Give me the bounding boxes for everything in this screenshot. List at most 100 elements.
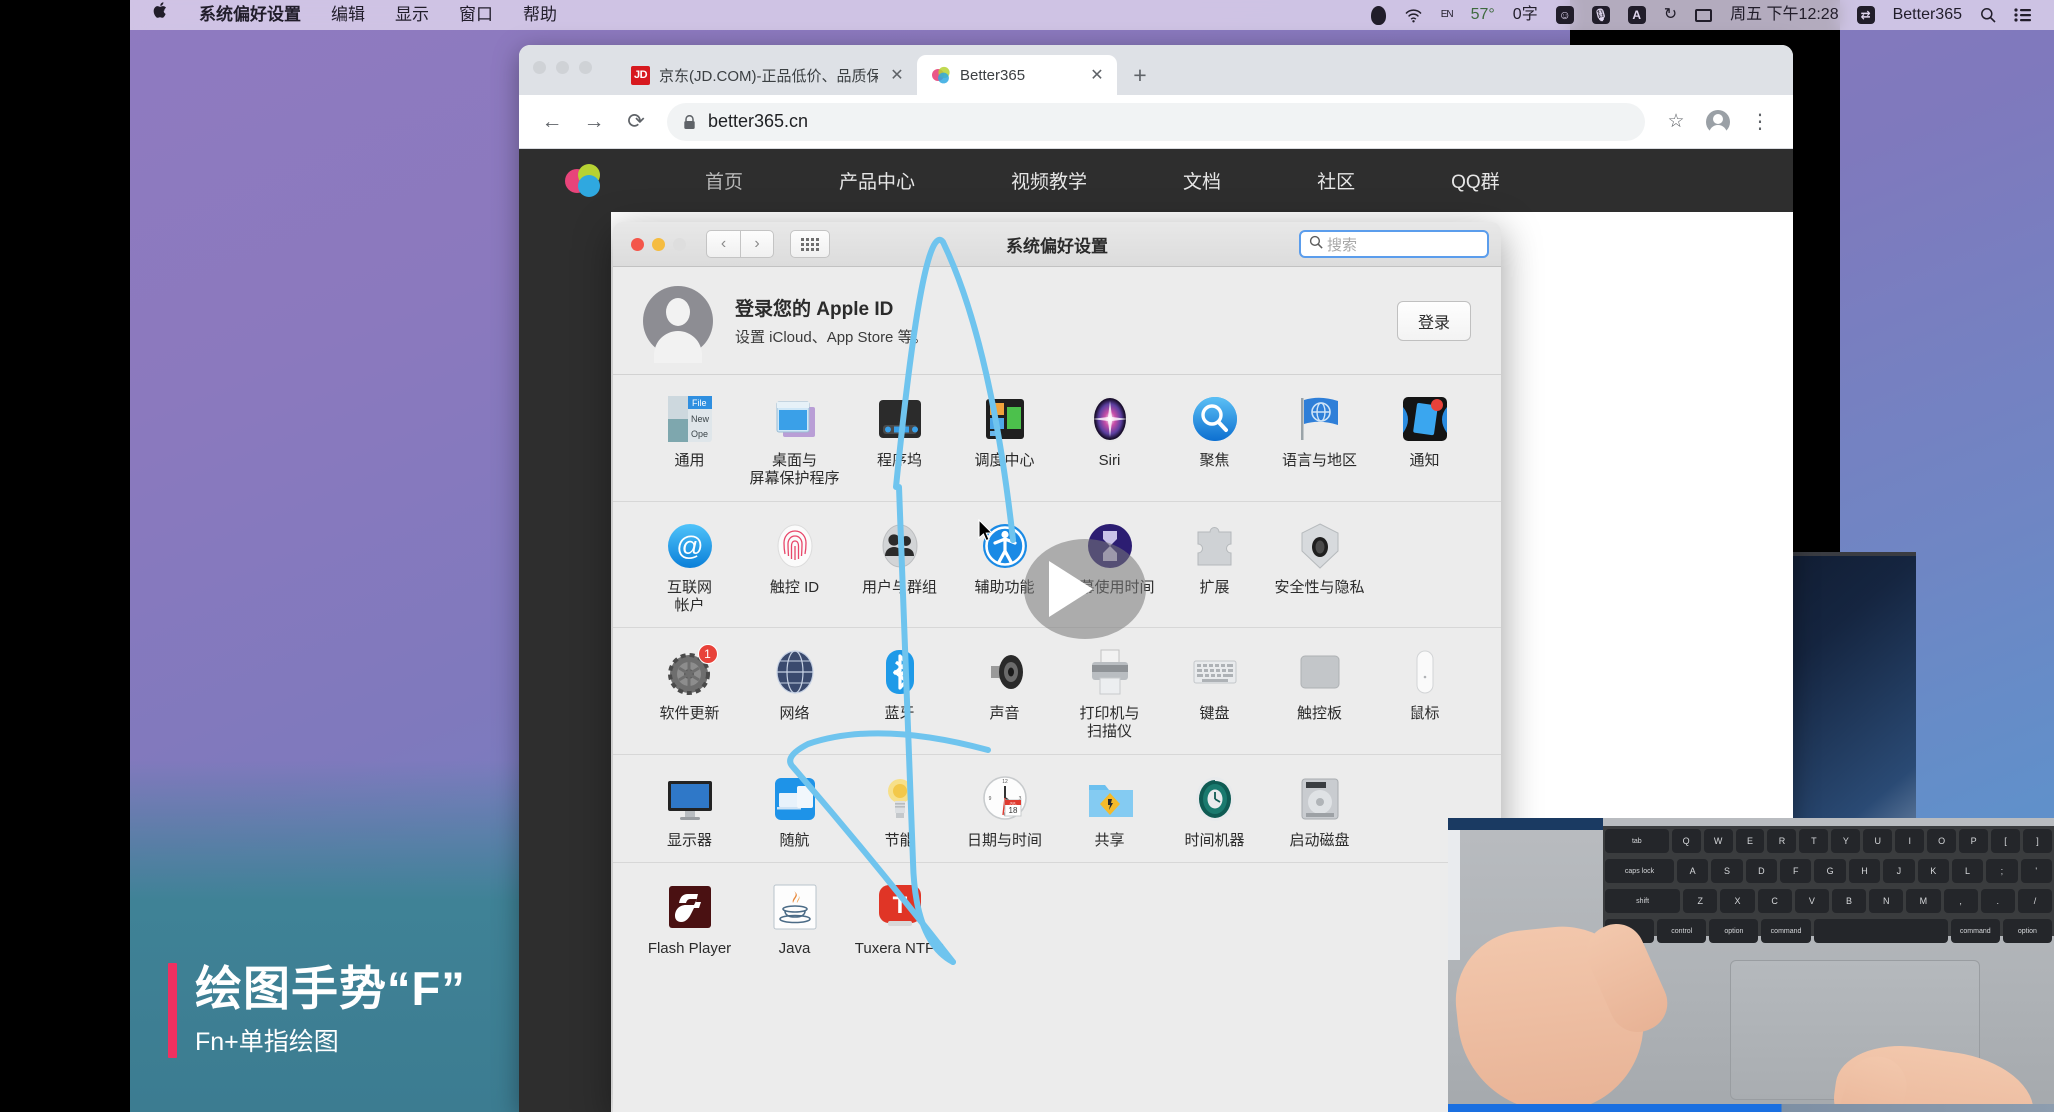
new-tab-button[interactable]: + — [1123, 58, 1157, 92]
nav-item-qq-group[interactable]: QQ群 — [1425, 167, 1526, 194]
wifi-icon[interactable] — [1395, 7, 1432, 23]
pref-accessibility[interactable]: 辅助功能 — [952, 520, 1057, 620]
pref-startup-disk[interactable]: 启动磁盘 — [1267, 773, 1372, 854]
refresh-icon[interactable]: ↻ — [1655, 0, 1686, 30]
sysprefs-traffic-lights[interactable] — [631, 237, 686, 251]
pref-software-update[interactable]: 1 软件更新 — [637, 644, 742, 746]
nav-item-docs[interactable]: 文档 — [1157, 167, 1247, 194]
browser-tab-better365[interactable]: Better365 ✕ — [917, 55, 1117, 95]
address-bar[interactable]: better365.cn — [667, 102, 1645, 141]
temperature-indicator[interactable]: 57° — [1462, 0, 1504, 30]
pref-tuxera-ntfs[interactable]: T Tuxera NTFS — [847, 881, 952, 962]
spotlight-icon — [1189, 393, 1241, 445]
key-semicolon: ; — [1986, 859, 2018, 883]
pref-energy-saver[interactable]: 节能 — [847, 773, 952, 854]
menubar-item-view[interactable]: 显示 — [380, 0, 444, 30]
svg-text:18: 18 — [1008, 806, 1017, 815]
pref-extensions[interactable]: 扩展 — [1162, 520, 1267, 620]
minimize-window-button[interactable] — [652, 237, 665, 251]
pref-time-machine[interactable]: 时间机器 — [1162, 773, 1267, 854]
pref-sharing[interactable]: 共享 — [1057, 773, 1162, 854]
search-icon[interactable] — [1971, 7, 2005, 23]
prefs-section-row-4: 显示器 随航 节能 12369JUL18 — [613, 754, 1501, 864]
pref-keyboard[interactable]: 键盘 — [1162, 646, 1267, 746]
key-e: E — [1735, 829, 1765, 853]
pref-screen-time[interactable]: 屏幕使用时间 — [1057, 520, 1162, 620]
nav-item-products[interactable]: 产品中心 — [813, 167, 941, 194]
browser-menu-icon[interactable]: ⋮ — [1741, 103, 1779, 141]
close-window-button[interactable] — [533, 61, 546, 74]
control-center-icon[interactable] — [2005, 8, 2040, 22]
pref-spotlight[interactable]: 聚焦 — [1162, 393, 1267, 493]
time-machine-icon — [1189, 773, 1241, 825]
nav-item-home[interactable]: 首页 — [679, 167, 769, 194]
apple-id-banner[interactable]: 登录您的 Apple ID 设置 iCloud、App Store 等。 登录 — [613, 267, 1501, 375]
pref-general[interactable]: File New Ope 通用 — [637, 393, 742, 493]
close-window-button[interactable] — [631, 237, 644, 251]
pref-network[interactable]: 网络 — [742, 646, 847, 746]
pref-security-privacy[interactable]: 安全性与隐私 — [1267, 520, 1372, 620]
dropbox-icon[interactable] — [1362, 5, 1395, 25]
search-input[interactable]: 搜索 — [1299, 230, 1489, 258]
minimize-window-button[interactable] — [556, 61, 569, 74]
pref-mission-control[interactable]: 调度中心 — [952, 393, 1057, 493]
pref-siri[interactable]: Siri — [1057, 393, 1162, 493]
word-count-indicator[interactable]: 0字 — [1504, 0, 1547, 30]
pref-dock[interactable]: 程序坞 — [847, 393, 952, 493]
maximize-window-button[interactable] — [579, 61, 592, 74]
better365-logo[interactable] — [563, 163, 605, 198]
zoom-window-button[interactable] — [673, 237, 686, 251]
browser-tab-jd[interactable]: JD 京东(JD.COM)-正品低价、品质保 ✕ — [617, 55, 917, 95]
back-icon[interactable]: ← — [533, 103, 571, 141]
sign-in-button[interactable]: 登录 — [1396, 300, 1471, 341]
pref-bluetooth[interactable]: 蓝牙 — [847, 646, 952, 746]
pref-users-groups[interactable]: 用户与群组 — [847, 520, 952, 620]
pref-sidecar[interactable]: 随航 — [742, 773, 847, 854]
pref-flash-player[interactable]: Flash Player — [637, 881, 742, 962]
pref-touch-id[interactable]: 触控 ID — [742, 520, 847, 620]
pref-mouse[interactable]: 鼠标 — [1372, 646, 1477, 746]
back-icon[interactable]: ‹ — [706, 230, 740, 258]
pref-displays[interactable]: 显示器 — [637, 773, 742, 854]
forward-icon[interactable]: → — [575, 103, 613, 141]
input-source-indicator[interactable]: EN — [1432, 10, 1462, 20]
key-r: R — [1767, 829, 1797, 853]
flow-icon[interactable]: ⇄ — [1848, 6, 1884, 24]
forward-icon[interactable]: › — [740, 230, 774, 258]
caps-indicator-icon[interactable]: A — [1619, 6, 1655, 24]
battery-icon[interactable] — [1686, 8, 1721, 22]
nav-item-community[interactable]: 社区 — [1291, 167, 1381, 194]
accessibility-icon — [979, 520, 1031, 572]
key-quote: ' — [2020, 859, 2052, 883]
pref-date-time[interactable]: 12369JUL18 日期与时间 — [952, 773, 1057, 854]
close-icon[interactable]: ✕ — [887, 65, 907, 85]
nav-item-video-tutorials[interactable]: 视频教学 — [985, 167, 1113, 194]
window-traffic-lights[interactable] — [533, 61, 592, 74]
sidecar-icon — [769, 773, 821, 825]
bookmark-star-icon[interactable]: ☆ — [1657, 103, 1695, 141]
pref-internet-accounts[interactable]: @ 互联网 帐户 — [637, 520, 742, 620]
profile-avatar-icon[interactable] — [1699, 103, 1737, 141]
pref-trackpad[interactable]: 触控板 — [1267, 646, 1372, 746]
user-name-indicator[interactable]: Better365 — [1884, 0, 1971, 30]
grid-icon[interactable] — [790, 230, 830, 258]
apple-logo-icon[interactable] — [138, 0, 184, 30]
pref-label: 桌面与 屏幕保护程序 — [749, 452, 840, 488]
pref-printers-scanners[interactable]: 打印机与 扫描仪 — [1057, 646, 1162, 746]
bluetooth-icon — [874, 646, 926, 698]
lock-icon — [683, 114, 696, 129]
microphone-icon[interactable]: 🎙 — [1583, 6, 1619, 24]
close-icon[interactable]: ✕ — [1087, 65, 1107, 85]
pref-language-region[interactable]: 语言与地区 — [1267, 393, 1372, 493]
clock-indicator[interactable]: 周五 下午12:28 — [1721, 0, 1848, 30]
pref-sound[interactable]: 声音 — [952, 646, 1057, 746]
menubar-item-help[interactable]: 帮助 — [508, 0, 572, 30]
pref-java[interactable]: Java — [742, 881, 847, 962]
menubar-item-edit[interactable]: 编辑 — [316, 0, 380, 30]
menubar-item-app[interactable]: 系统偏好设置 — [184, 0, 316, 30]
pref-desktop-screensaver[interactable]: 桌面与 屏幕保护程序 — [742, 393, 847, 493]
smiley-icon[interactable]: ☺ — [1547, 6, 1583, 24]
menubar-item-window[interactable]: 窗口 — [444, 0, 508, 30]
reload-icon[interactable]: ⟳ — [617, 103, 655, 141]
pref-notifications[interactable]: 通知 — [1372, 393, 1477, 493]
